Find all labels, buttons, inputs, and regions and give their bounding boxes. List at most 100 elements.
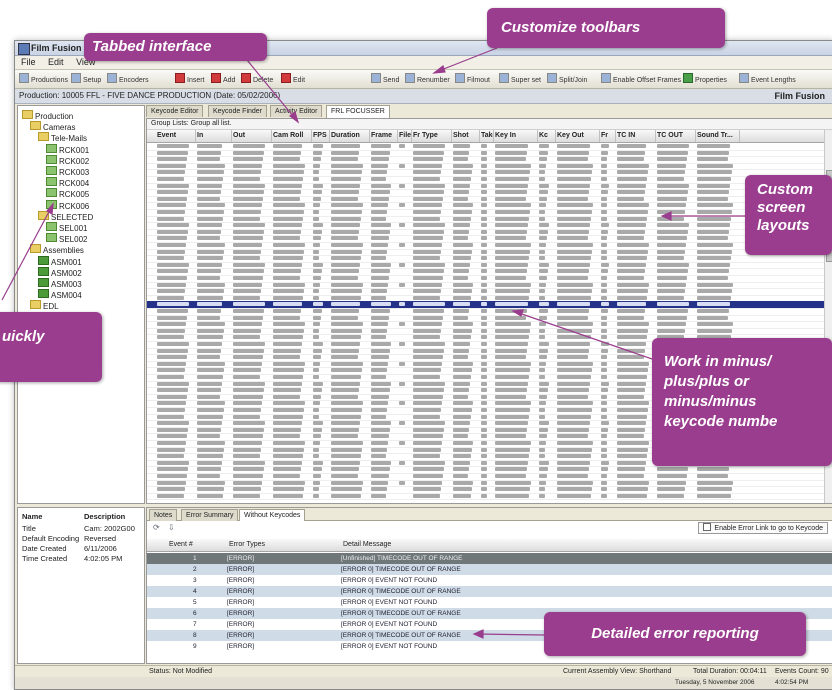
table-cell bbox=[697, 269, 729, 274]
grid-column-header[interactable]: Kc bbox=[537, 130, 556, 142]
table-cell bbox=[313, 368, 319, 373]
table-cell bbox=[453, 427, 469, 432]
error-msg: [ERROR 0] TIMECODE OUT OF RANGE bbox=[341, 566, 461, 573]
grid-column-header[interactable]: Key In bbox=[493, 130, 538, 142]
table-cell bbox=[413, 262, 445, 267]
table-cell bbox=[157, 427, 188, 432]
grid-column-header[interactable]: Key Out bbox=[555, 130, 600, 142]
table-cell bbox=[617, 229, 645, 234]
table-row[interactable] bbox=[147, 493, 832, 501]
table-cell bbox=[273, 381, 302, 386]
table-cell bbox=[273, 434, 300, 439]
tree-item[interactable]: RCK004 bbox=[46, 177, 89, 188]
grid-column-header[interactable]: Sound Tr... bbox=[695, 130, 740, 142]
grid-column-header[interactable]: File bbox=[397, 130, 412, 142]
tree-item[interactable]: Assemblies bbox=[30, 244, 84, 255]
tree-item[interactable]: Cameras bbox=[30, 121, 75, 132]
table-cell bbox=[273, 394, 300, 399]
toolbar-event-lengths-button[interactable]: Event Lengths bbox=[739, 73, 796, 84]
error-row[interactable]: 4 [ERROR] [ERROR 0] TIMECODE OUT OF RANGE bbox=[147, 586, 832, 597]
tree-item[interactable]: ASM002 bbox=[38, 266, 82, 278]
grid-column-header[interactable]: TC OUT bbox=[655, 130, 696, 142]
menu-edit[interactable]: Edit bbox=[48, 57, 64, 67]
properties-icon bbox=[683, 73, 693, 83]
toolbar-productions-button[interactable]: Productions bbox=[19, 73, 68, 84]
toolbar-send-button[interactable]: Send bbox=[371, 73, 399, 84]
tab-keycode-editor[interactable]: Keycode Editor bbox=[146, 105, 204, 117]
toolbar-delete-button[interactable]: Delete bbox=[241, 73, 273, 84]
toolbar-splitjoin-button[interactable]: Split/Join bbox=[547, 73, 587, 84]
tree-item[interactable]: Production bbox=[22, 110, 73, 121]
toolbar-renumber-button[interactable]: Renumber bbox=[405, 73, 450, 84]
table-cell bbox=[413, 216, 440, 221]
tree-item-label: ASM004 bbox=[51, 291, 82, 301]
tab-error-summary[interactable]: Error Summary bbox=[181, 509, 239, 521]
grid-column-header[interactable]: Fr bbox=[599, 130, 616, 142]
tab-without-keycodes[interactable]: Without Keycodes bbox=[239, 509, 306, 521]
tree-item[interactable]: SEL001 bbox=[46, 222, 87, 233]
tree-item[interactable]: ASM003 bbox=[38, 278, 82, 289]
tree-item[interactable]: Tele-Mails bbox=[38, 132, 87, 143]
tree-item[interactable]: RCK003 bbox=[46, 166, 89, 177]
error-col-event[interactable]: Event # bbox=[165, 539, 193, 551]
tree-item[interactable]: RCK006 bbox=[46, 199, 89, 211]
grid-column-header[interactable]: TC IN bbox=[615, 130, 656, 142]
tree-item[interactable]: RCK001 bbox=[46, 143, 89, 155]
tab-notes[interactable]: Notes bbox=[149, 509, 178, 521]
grid-column-header[interactable]: Fr Type bbox=[411, 130, 452, 142]
table-cell bbox=[413, 441, 442, 445]
toolbar-filmout-button[interactable]: Filmout bbox=[455, 73, 490, 84]
error-row[interactable]: 2 [ERROR] [ERROR 0] TIMECODE OUT OF RANGE bbox=[147, 564, 832, 575]
tree-item[interactable]: ASM001 bbox=[38, 255, 82, 267]
toolbar-setup-button[interactable]: Setup bbox=[71, 73, 101, 84]
grid-column-header[interactable]: In bbox=[195, 130, 232, 142]
grid-column-header[interactable]: FPS bbox=[311, 130, 330, 142]
table-cell bbox=[331, 368, 362, 373]
table-cell bbox=[657, 177, 684, 181]
table-cell bbox=[197, 394, 220, 399]
grid-column-header[interactable]: Event bbox=[155, 130, 196, 142]
error-type: [ERROR] bbox=[227, 610, 255, 617]
toolbar-encoders-button[interactable]: Encoders bbox=[107, 73, 149, 84]
table-cell bbox=[371, 216, 386, 221]
tab-keycode-finder[interactable]: Keycode Finder bbox=[208, 105, 268, 117]
export-icon[interactable]: ⇩ bbox=[168, 523, 175, 532]
property-key: Time Created bbox=[22, 554, 68, 563]
refresh-icon[interactable]: ⟳ bbox=[153, 523, 160, 532]
toolbar-edit-button[interactable]: Edit bbox=[281, 73, 305, 84]
error-row[interactable]: 5 [ERROR] [ERROR 0] EVENT NOT FOUND bbox=[147, 597, 832, 608]
tree-item[interactable]: ASM004 bbox=[38, 289, 82, 300]
toolbar-offset-frames-button[interactable]: Enable Offset Frames bbox=[601, 73, 681, 84]
toolbar-superset-button[interactable]: Super set bbox=[499, 73, 541, 84]
grid-column-header[interactable]: Take bbox=[479, 130, 494, 142]
toolbar-properties-button[interactable]: Properties bbox=[683, 73, 727, 84]
table-cell bbox=[495, 335, 529, 340]
toolbar-add-button[interactable]: Add bbox=[211, 73, 235, 84]
table-cell bbox=[313, 447, 319, 452]
table-cell bbox=[331, 203, 363, 208]
table-cell bbox=[657, 196, 687, 201]
table-cell bbox=[233, 335, 260, 340]
tree-item[interactable]: SEL002 bbox=[46, 233, 87, 244]
error-col-type[interactable]: Error Types bbox=[225, 539, 265, 551]
grid-column-header[interactable]: Frame bbox=[369, 130, 398, 142]
tab-frl-focusser[interactable]: FRL FOCUSSER bbox=[326, 105, 390, 118]
grid-column-header[interactable]: Cam Roll bbox=[271, 130, 312, 142]
error-col-message[interactable]: Detail Message bbox=[339, 539, 391, 551]
error-row[interactable]: 3 [ERROR] [ERROR 0] EVENT NOT FOUND bbox=[147, 575, 832, 586]
grid-filter-bar[interactable]: Group Lists: Group all list. bbox=[147, 119, 832, 130]
tree-item[interactable]: SELECTED bbox=[38, 210, 93, 222]
error-link-checkbox[interactable]: Enable Error Link to go to Keycode bbox=[698, 522, 828, 534]
grid-column-header[interactable]: Out bbox=[231, 130, 272, 142]
tab-activity-editor[interactable]: Activity Editor bbox=[270, 105, 323, 117]
grid-column-header[interactable]: Shot bbox=[451, 130, 480, 142]
error-row[interactable]: 1 [ERROR] [Unfinished] TIMECODE OUT OF RAN… bbox=[147, 553, 832, 564]
grid-column-header[interactable]: Duration bbox=[329, 130, 370, 142]
tree-item[interactable]: RCK005 bbox=[46, 188, 89, 199]
tree-item[interactable]: EDL bbox=[30, 300, 59, 311]
table-cell bbox=[657, 262, 689, 267]
tree-item[interactable]: RCK002 bbox=[46, 154, 89, 166]
menu-file[interactable]: File bbox=[21, 57, 36, 67]
table-cell bbox=[617, 243, 649, 247]
toolbar-insert-button[interactable]: Insert bbox=[175, 73, 205, 84]
